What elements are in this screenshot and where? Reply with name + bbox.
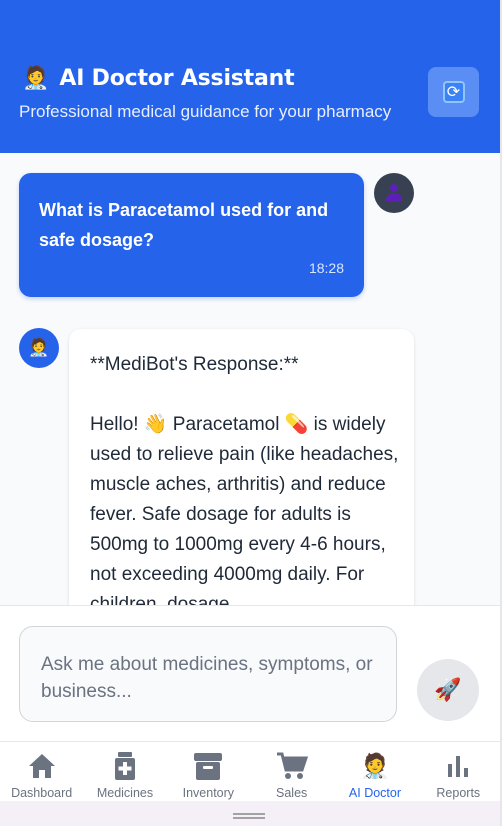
- doctor-icon: 🧑‍⚕️: [360, 752, 390, 780]
- composer: Ask me about medicines, symptoms, or bus…: [0, 605, 500, 741]
- doctor-icon: 🧑‍⚕️: [28, 338, 50, 358]
- rocket-icon: 🚀: [434, 677, 462, 703]
- bot-avatar: 🧑‍⚕️: [19, 328, 59, 368]
- app-screen: 🧑‍⚕️ AI Doctor Assistant Professional me…: [0, 0, 500, 826]
- nav-item-dashboard[interactable]: Dashboard: [0, 742, 83, 801]
- nav-label: Medicines: [96, 786, 154, 800]
- bottom-nav: Dashboard Medicines Inventory Sales 🧑‍⚕️…: [0, 741, 500, 801]
- home-icon: [27, 751, 57, 781]
- nav-item-ai-doctor[interactable]: 🧑‍⚕️ AI Doctor: [333, 742, 416, 801]
- medicine-icon: [113, 751, 137, 781]
- bar-chart-icon: [445, 751, 471, 781]
- refresh-icon: ⟳: [442, 81, 465, 103]
- nav-label: Dashboard: [11, 786, 73, 800]
- header-title-row: 🧑‍⚕️ AI Doctor Assistant: [22, 66, 295, 92]
- refresh-button[interactable]: ⟳: [428, 67, 479, 117]
- page-subtitle: Professional medical guidance for your p…: [19, 102, 392, 121]
- header: 🧑‍⚕️ AI Doctor Assistant Professional me…: [0, 0, 500, 153]
- user-message-bubble: What is Paracetamol used for and safe do…: [19, 173, 364, 297]
- nav-label: Sales: [276, 786, 308, 800]
- nav-label: AI Doctor: [348, 786, 402, 800]
- user-avatar-icon: [386, 184, 402, 202]
- user-message-text: What is Paracetamol used for and safe do…: [39, 200, 329, 250]
- nav-item-medicines[interactable]: Medicines: [83, 742, 166, 801]
- doctor-icon: 🧑‍⚕️: [22, 66, 50, 91]
- chat-messages[interactable]: What is Paracetamol used for and safe do…: [0, 153, 500, 605]
- nav-item-sales[interactable]: Sales: [250, 742, 333, 801]
- archive-icon: [193, 751, 223, 781]
- nav-label: Reports: [436, 786, 481, 800]
- cart-icon: [276, 751, 308, 781]
- send-button[interactable]: 🚀: [417, 659, 479, 721]
- user-avatar: [374, 173, 414, 213]
- system-home-bar: [0, 801, 500, 826]
- bot-message-bubble: **MediBot's Response:** Hello! 👋 Paracet…: [69, 329, 414, 605]
- nav-item-reports[interactable]: Reports: [417, 742, 500, 801]
- page-title: AI Doctor Assistant: [59, 66, 295, 91]
- message-input-placeholder: Ask me about medicines, symptoms, or bus…: [41, 654, 373, 702]
- message-timestamp: 18:28: [308, 260, 344, 276]
- message-input[interactable]: Ask me about medicines, symptoms, or bus…: [19, 626, 397, 722]
- bot-message-text: **MediBot's Response:** Hello! 👋 Paracet…: [90, 354, 399, 605]
- nav-item-inventory[interactable]: Inventory: [167, 742, 250, 801]
- nav-label: Inventory: [182, 786, 235, 800]
- home-handle-icon[interactable]: [233, 813, 265, 819]
